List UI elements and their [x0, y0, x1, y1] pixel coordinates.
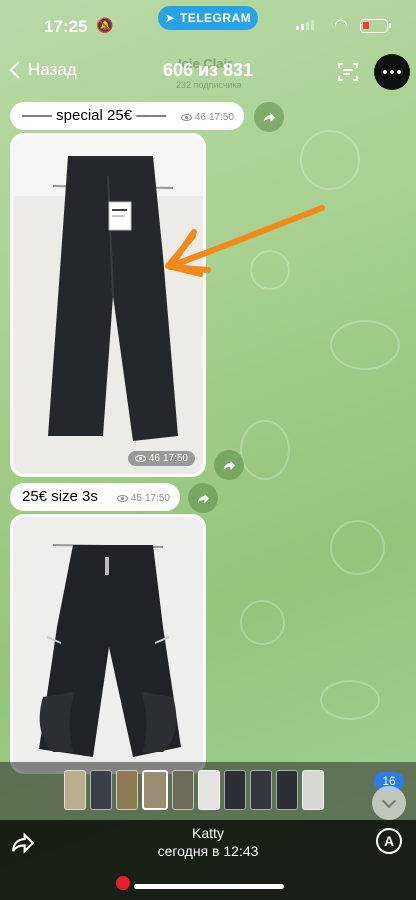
- scan-text-icon: [338, 63, 358, 81]
- post-datetime: сегодня в 12:43: [157, 843, 259, 859]
- more-options-button[interactable]: [374, 54, 410, 90]
- viewer-header: Назад Icie Clair 232 подписчика 606 из 8…: [0, 44, 416, 100]
- home-indicator[interactable]: [134, 884, 284, 889]
- telegram-plane-icon: ➤: [164, 11, 175, 25]
- photo-message[interactable]: 46 17:50: [10, 133, 206, 477]
- dot-icon: [383, 70, 387, 74]
- message-time: 17:50: [144, 493, 170, 504]
- message-text: 25€ size 3s: [22, 488, 98, 505]
- footer-share-button[interactable]: [10, 830, 38, 858]
- views-eye-icon: [134, 455, 146, 462]
- telegram-pill[interactable]: ➤ TELEGRAM: [158, 6, 258, 30]
- battery-icon: [360, 19, 391, 33]
- thumbnail[interactable]: [116, 770, 138, 810]
- thumbnail[interactable]: [224, 770, 246, 810]
- cellular-signal-icon: [296, 20, 314, 30]
- share-button[interactable]: [188, 483, 218, 513]
- thumbnail[interactable]: [172, 770, 194, 810]
- message-bubble[interactable]: —— special 25€ —— 46 17:50: [10, 102, 244, 130]
- thumbnail[interactable]: [302, 770, 324, 810]
- accessibility-icon: A: [383, 833, 395, 849]
- screen-recording-dot: [116, 876, 130, 890]
- photo-meta: 46 17:50: [127, 451, 195, 466]
- channel-subtitle: 232 подписчика: [176, 80, 242, 90]
- orange-arrow-annotation: [167, 205, 325, 273]
- thumbnail[interactable]: [276, 770, 298, 810]
- mute-bell-icon: 🔕: [96, 17, 114, 33]
- photo-message[interactable]: [10, 514, 206, 774]
- black-trousers-photo: [13, 136, 203, 474]
- chevron-left-icon: [9, 61, 27, 79]
- scan-text-button[interactable]: [336, 60, 360, 84]
- views-eye-icon: [180, 114, 192, 121]
- message-bubble[interactable]: 25€ size 3s 45 17:50: [10, 483, 180, 511]
- share-button[interactable]: [254, 102, 284, 132]
- thumbnail[interactable]: [198, 770, 220, 810]
- clock: 17:25: [44, 17, 88, 36]
- thumbnail-strip: [0, 762, 416, 820]
- chevron-down-icon: [381, 793, 397, 808]
- message-text: —— special 25€ ——: [22, 107, 167, 124]
- black-cargo-trousers-photo: [13, 517, 203, 771]
- views-count: 45: [130, 493, 142, 504]
- share-arrow-icon: [12, 832, 35, 854]
- thumbnail[interactable]: [250, 770, 272, 810]
- share-arrow-icon: [223, 460, 235, 470]
- thumbnail[interactable]: [90, 770, 112, 810]
- share-button[interactable]: [214, 450, 244, 480]
- views-count: 46: [194, 112, 206, 123]
- status-bar: 17:25 🔕 ➤ TELEGRAM ◠: [0, 0, 416, 44]
- media-counter: 606 из 831: [162, 60, 254, 80]
- thumbnail[interactable]: [64, 770, 86, 810]
- author-name: Katty: [192, 825, 224, 841]
- dot-icon: [390, 70, 394, 74]
- scroll-down-button[interactable]: [372, 786, 406, 820]
- wifi-icon: ◠: [334, 17, 348, 34]
- views-count: 46: [148, 453, 160, 464]
- accessibility-button[interactable]: A: [376, 828, 402, 854]
- message-time: 17:50: [208, 112, 234, 123]
- message-meta: 46 17:50: [180, 112, 234, 123]
- message-meta: 45 17:50: [116, 493, 170, 504]
- back-label: Назад: [28, 60, 77, 79]
- back-button[interactable]: Назад: [8, 60, 77, 80]
- thumbnail-current[interactable]: [142, 770, 168, 810]
- message-time: 17:50: [162, 453, 188, 464]
- telegram-pill-label: TELEGRAM: [179, 11, 252, 25]
- dot-icon: [397, 70, 401, 74]
- share-arrow-icon: [263, 112, 275, 122]
- viewer-footer: Katty сегодня в 12:43 A: [0, 820, 416, 900]
- share-arrow-icon: [197, 493, 209, 503]
- views-eye-icon: [116, 495, 128, 502]
